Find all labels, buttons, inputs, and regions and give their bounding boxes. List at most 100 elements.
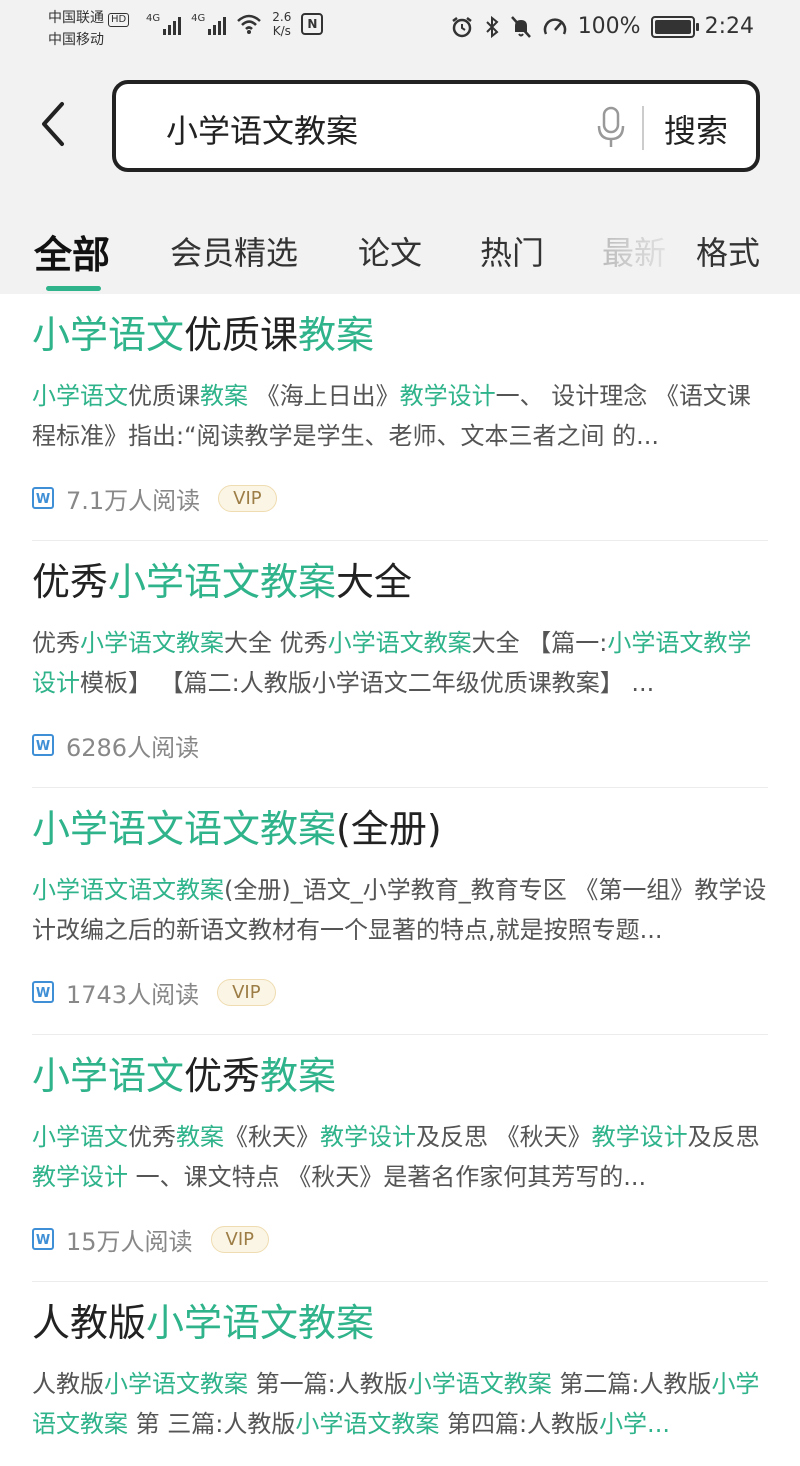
keyword-highlight: 小学语文 bbox=[32, 1123, 128, 1151]
keyword-highlight: 小学语文 bbox=[32, 382, 128, 410]
read-count: 6286人阅读 bbox=[66, 733, 200, 762]
word-doc-icon: W bbox=[32, 734, 54, 756]
keyword-highlight: 教学设计 bbox=[399, 382, 496, 410]
keyword-highlight: 教案 bbox=[298, 313, 375, 357]
text-run: 大全 【篇一: bbox=[471, 629, 608, 657]
alarm-icon bbox=[451, 16, 472, 37]
keyword-highlight: 教案 bbox=[200, 382, 248, 410]
results-list: 小学语文优质课教案 小学语文优质课教案 《海上日出》教学设计一、 设计理念 《语… bbox=[0, 294, 800, 1444]
network-speed: 2.6 K/s bbox=[272, 10, 292, 38]
result-meta: W 6286人阅读 bbox=[32, 703, 768, 787]
text-run: 及反思 bbox=[687, 1123, 760, 1151]
keyword-highlight: 教案 bbox=[260, 1054, 337, 1098]
wifi-icon bbox=[237, 14, 262, 34]
signal-icon-2: 4G bbox=[191, 13, 227, 35]
keyword-highlight: 小学语文教案 bbox=[146, 1301, 375, 1345]
tab-papers[interactable]: 论文 bbox=[358, 228, 422, 274]
battery-icon bbox=[650, 15, 699, 38]
status-bar: 中国联通 HD 中国移动 4G 4G 2.6 K/s N 100% 2:24 bbox=[0, 0, 800, 60]
vip-badge: VIP bbox=[217, 978, 276, 1006]
keyword-highlight: 教学设计 bbox=[32, 1163, 128, 1191]
top-area: 中国联通 HD 中国移动 4G 4G 2.6 K/s N 100% 2:24 小… bbox=[0, 0, 800, 294]
text-run: (全册) bbox=[336, 807, 442, 851]
clock: 2:24 bbox=[704, 14, 754, 39]
result-snippet: 人教版小学语文教案 第一篇:人教版小学语文教案 第二篇:人教版小学语文教案 第 … bbox=[32, 1364, 768, 1444]
tab-member-picks[interactable]: 会员精选 bbox=[170, 228, 298, 274]
tab-all[interactable]: 全部 bbox=[34, 224, 110, 279]
result-title[interactable]: 小学语文优质课教案 bbox=[32, 294, 768, 358]
carrier-1: 中国联通 bbox=[48, 10, 104, 26]
result-title[interactable]: 优秀小学语文教案大全 bbox=[32, 541, 768, 605]
text-run: 《秋天》 bbox=[224, 1123, 320, 1151]
search-query: 小学语文教案 bbox=[166, 112, 359, 150]
keyword-highlight: 小学语文 bbox=[32, 1054, 185, 1098]
text-run: 及反思 《秋天》 bbox=[416, 1123, 592, 1151]
vip-badge: VIP bbox=[218, 484, 277, 512]
text-run: 人教版 bbox=[32, 1370, 104, 1398]
result-item[interactable]: 优秀小学语文教案大全 优秀小学语文教案大全 优秀小学语文教案大全 【篇一:小学语… bbox=[32, 541, 768, 788]
text-run: 优秀 bbox=[32, 560, 109, 604]
text-run: 第 三篇:人教版 bbox=[128, 1410, 296, 1438]
text-run: 第一篇:人教版 bbox=[248, 1370, 408, 1398]
keyword-highlight: 小学语文教案 bbox=[108, 560, 337, 604]
text-run: 第四篇:人教版 bbox=[439, 1410, 600, 1438]
text-run: 优质课 bbox=[184, 313, 299, 357]
network-indicators: 4G 4G 2.6 K/s N bbox=[146, 10, 324, 38]
text-run: 模板】 【篇二:人教版小学语文二年级优质课教案】 ... bbox=[80, 669, 655, 697]
result-item[interactable]: 小学语文优秀教案 小学语文优秀教案《秋天》教学设计及反思 《秋天》教学设计及反思… bbox=[32, 1035, 768, 1282]
text-run: 优秀 bbox=[184, 1054, 261, 1098]
result-item[interactable]: 小学语文语文教案(全册) 小学语文语文教案(全册)_语文_小学教育_教育专区 《… bbox=[32, 788, 768, 1035]
keyword-highlight: 教学设计 bbox=[320, 1123, 416, 1151]
text-run: 大全 bbox=[336, 560, 413, 604]
text-run: 优秀 bbox=[32, 629, 80, 657]
carrier-2: 中国移动 bbox=[48, 32, 104, 48]
result-snippet: 优秀小学语文教案大全 优秀小学语文教案大全 【篇一:小学语文教学设计模板】 【篇… bbox=[32, 623, 768, 703]
result-title[interactable]: 小学语文语文教案(全册) bbox=[32, 788, 768, 852]
word-doc-icon: W bbox=[32, 1228, 54, 1250]
read-count: 15万人阅读 bbox=[66, 1227, 193, 1256]
result-item[interactable]: 人教版小学语文教案 人教版小学语文教案 第一篇:人教版小学语文教案 第二篇:人教… bbox=[32, 1282, 768, 1444]
search-header: 小学语文教案 搜索 bbox=[0, 60, 800, 200]
result-title[interactable]: 小学语文优秀教案 bbox=[32, 1035, 768, 1099]
microphone-icon[interactable] bbox=[594, 106, 628, 150]
word-doc-icon: W bbox=[32, 981, 54, 1003]
back-arrow-icon bbox=[42, 102, 64, 146]
back-button[interactable] bbox=[30, 94, 78, 154]
hd-badge: HD bbox=[108, 13, 130, 27]
active-tab-indicator bbox=[46, 286, 101, 291]
word-doc-icon: W bbox=[32, 487, 54, 509]
category-tabs: 全部 会员精选 论文 热门 最新 格式 bbox=[0, 200, 800, 294]
result-title[interactable]: 人教版小学语文教案 bbox=[32, 1282, 768, 1346]
keyword-highlight: 小学语文语文教案 bbox=[32, 876, 224, 904]
status-right: 100% 2:24 bbox=[450, 14, 754, 39]
search-divider bbox=[642, 106, 644, 150]
text-run: 人教版 bbox=[32, 1301, 147, 1345]
battery-percent: 100% bbox=[577, 14, 641, 39]
keyword-highlight: 小学语文教案 bbox=[327, 629, 472, 657]
read-count: 7.1万人阅读 bbox=[66, 486, 201, 515]
keyword-highlight: 教案 bbox=[176, 1123, 224, 1151]
keyword-highlight: 小学语文语文教案 bbox=[32, 807, 337, 851]
result-snippet: 小学语文优秀教案《秋天》教学设计及反思 《秋天》教学设计及反思 教学设计 一、课… bbox=[32, 1117, 768, 1197]
keyword-highlight: 小学语文教案 bbox=[80, 629, 224, 657]
result-meta: W 7.1万人阅读 VIP bbox=[32, 456, 768, 540]
keyword-highlight: 小学语文教案 bbox=[104, 1370, 248, 1398]
bluetooth-icon bbox=[485, 15, 499, 38]
tab-format[interactable]: 格式 bbox=[696, 228, 760, 274]
text-run: 大全 优秀 bbox=[224, 629, 328, 657]
text-run: 第二篇:人教版 bbox=[551, 1370, 712, 1398]
result-snippet: 小学语文优质课教案 《海上日出》教学设计一、 设计理念 《语文课程标准》指出:“… bbox=[32, 376, 768, 456]
result-snippet: 小学语文语文教案(全册)_语文_小学教育_教育专区 《第一组》教学设计改编之后的… bbox=[32, 870, 768, 950]
result-meta: W 15万人阅读 VIP bbox=[32, 1197, 768, 1281]
tab-fade bbox=[600, 220, 690, 280]
search-button[interactable]: 搜索 bbox=[664, 106, 728, 152]
search-input[interactable]: 小学语文教案 搜索 bbox=[112, 80, 760, 172]
keyword-highlight: 小学语文教案 bbox=[407, 1370, 552, 1398]
result-meta: W 1743人阅读 VIP bbox=[32, 950, 768, 1034]
read-count: 1743人阅读 bbox=[66, 980, 200, 1009]
text-run: 《海上日出》 bbox=[248, 382, 400, 410]
mute-icon bbox=[510, 15, 531, 38]
tab-hot[interactable]: 热门 bbox=[480, 228, 544, 274]
text-run: 优质课 bbox=[128, 382, 200, 410]
result-item[interactable]: 小学语文优质课教案 小学语文优质课教案 《海上日出》教学设计一、 设计理念 《语… bbox=[32, 294, 768, 541]
